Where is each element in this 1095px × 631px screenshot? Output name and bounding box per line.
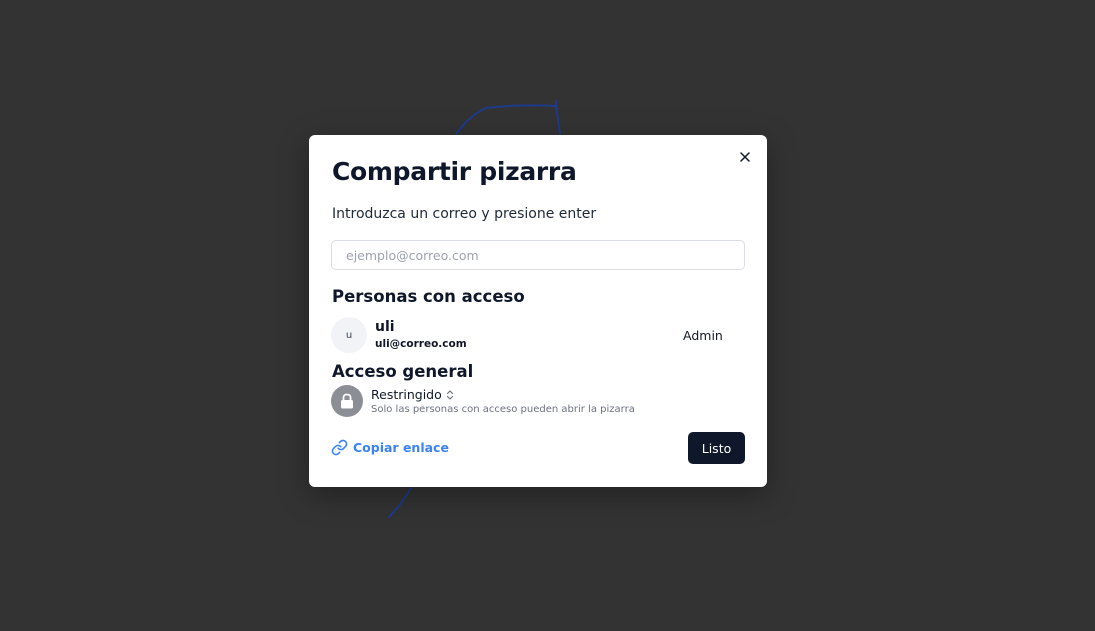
- avatar: u: [331, 317, 367, 353]
- email-input[interactable]: [331, 240, 745, 270]
- access-level-value: Restringido: [371, 387, 442, 402]
- person-role[interactable]: Admin: [683, 328, 723, 343]
- done-button[interactable]: Listo: [688, 432, 745, 464]
- close-button[interactable]: [737, 149, 753, 165]
- general-access-heading: Acceso general: [332, 362, 474, 381]
- link-icon: [331, 439, 348, 456]
- dialog-subtitle: Introduzca un correo y presione enter: [332, 206, 597, 222]
- general-access-row: Restringido Solo las personas con acceso…: [331, 385, 745, 419]
- people-with-access-heading: Personas con acceso: [332, 287, 525, 306]
- access-description: Solo las personas con acceso pueden abri…: [371, 404, 635, 415]
- close-icon: [740, 152, 750, 162]
- share-dialog: Compartir pizarra Introduzca un correo y…: [309, 135, 767, 487]
- lock-badge: [331, 385, 363, 417]
- copy-link-label: Copiar enlace: [353, 440, 449, 455]
- person-row: u uli uli@correo.com Admin: [331, 317, 745, 355]
- dialog-title: Compartir pizarra: [332, 157, 577, 186]
- chevron-up-down-icon: [446, 389, 453, 400]
- lock-icon: [341, 393, 353, 409]
- person-name: uli: [375, 319, 395, 335]
- person-email: uli@correo.com: [375, 338, 467, 350]
- access-level-select[interactable]: Restringido: [371, 387, 454, 402]
- copy-link-button[interactable]: Copiar enlace: [331, 439, 449, 456]
